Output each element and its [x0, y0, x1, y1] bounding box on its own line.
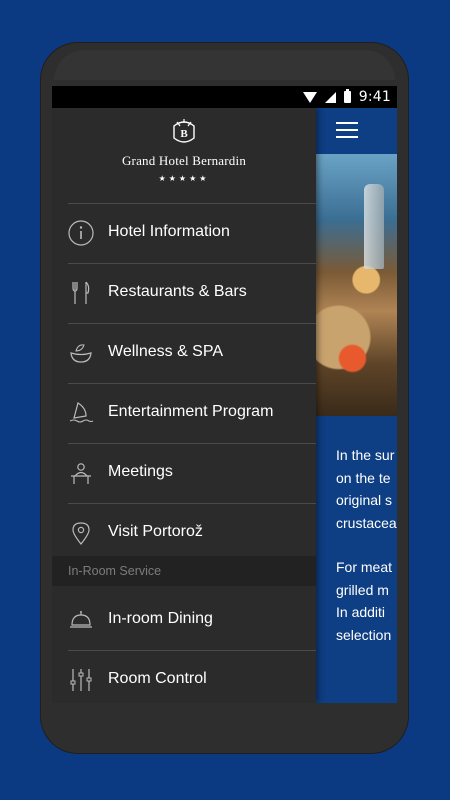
hotel-name: Grand Hotel Bernardin — [121, 153, 247, 168]
menu-item-in-room-dining[interactable]: In-room Dining — [52, 591, 316, 650]
body-line: For meat — [336, 559, 393, 575]
navigation-drawer: B Grand Hotel Bernardin ★★★★★ Hotel Info… — [52, 108, 316, 703]
body-line: on the te — [336, 469, 391, 486]
battery-icon — [343, 89, 351, 103]
brand-header: B Grand Hotel Bernardin ★★★★★ — [52, 108, 316, 203]
menu-item-label: Restaurants & Bars — [108, 283, 247, 300]
hotel-stars: ★★★★★ — [158, 174, 210, 183]
app-screen: 9:41 In the sur on the te original s cru… — [52, 86, 397, 703]
info-icon — [68, 220, 94, 246]
body-text: In the sur on the te original s crustace… — [336, 444, 397, 646]
body-line: grilled m — [336, 581, 389, 598]
spa-bowl-icon — [70, 344, 92, 363]
menu-item-label: Hotel Information — [108, 223, 230, 240]
cloche-icon — [70, 611, 92, 628]
hotel-logo-icon: B — [173, 119, 195, 143]
body-line: crustacea — [336, 514, 397, 531]
body-line: original s — [336, 492, 393, 508]
menu-item-label: Wellness & SPA — [108, 343, 224, 360]
menu-item-hotel-information[interactable]: Hotel Information — [52, 204, 316, 263]
hero-image — [316, 154, 397, 416]
menu-item-wellness-spa[interactable]: Wellness & SPA — [52, 324, 316, 383]
menu-item-label: Meetings — [108, 463, 173, 480]
menu-item-restaurants-bars[interactable]: Restaurants & Bars — [52, 264, 316, 323]
wifi-icon — [302, 91, 317, 103]
app-bar — [316, 108, 397, 154]
menu-item-room-control[interactable]: Room Control — [52, 651, 316, 703]
menu-item-visit-portoroz[interactable]: Visit Portorož — [52, 504, 316, 563]
status-time: 9:41 — [358, 89, 391, 105]
signal-icon — [324, 91, 336, 103]
menu-item-entertainment-program[interactable]: Entertainment Program — [52, 384, 316, 443]
meeting-icon — [71, 463, 91, 484]
phone-top-bezel — [54, 50, 395, 80]
sliders-icon — [70, 669, 92, 691]
menu-item-label: Entertainment Program — [108, 403, 274, 420]
main-content: In the sur on the te original s crustace… — [316, 108, 397, 703]
fork-knife-icon — [72, 281, 90, 304]
menu-item-label: In-room Dining — [108, 610, 213, 627]
menu-item-meetings[interactable]: Meetings — [52, 444, 316, 503]
body-line: In additi — [336, 604, 386, 620]
menu-item-label: Room Control — [108, 670, 207, 687]
location-pin-icon — [72, 522, 90, 545]
section-header-in-room-service: In-Room Service — [52, 556, 316, 586]
sailboat-icon — [69, 402, 94, 423]
status-bar: 9:41 — [52, 86, 397, 108]
menu-item-label: Visit Portorož — [108, 523, 203, 540]
body-line: In the sur — [336, 447, 395, 463]
hamburger-menu-icon[interactable] — [336, 122, 358, 138]
svg-text:B: B — [180, 128, 188, 140]
body-line: selection — [336, 626, 392, 643]
